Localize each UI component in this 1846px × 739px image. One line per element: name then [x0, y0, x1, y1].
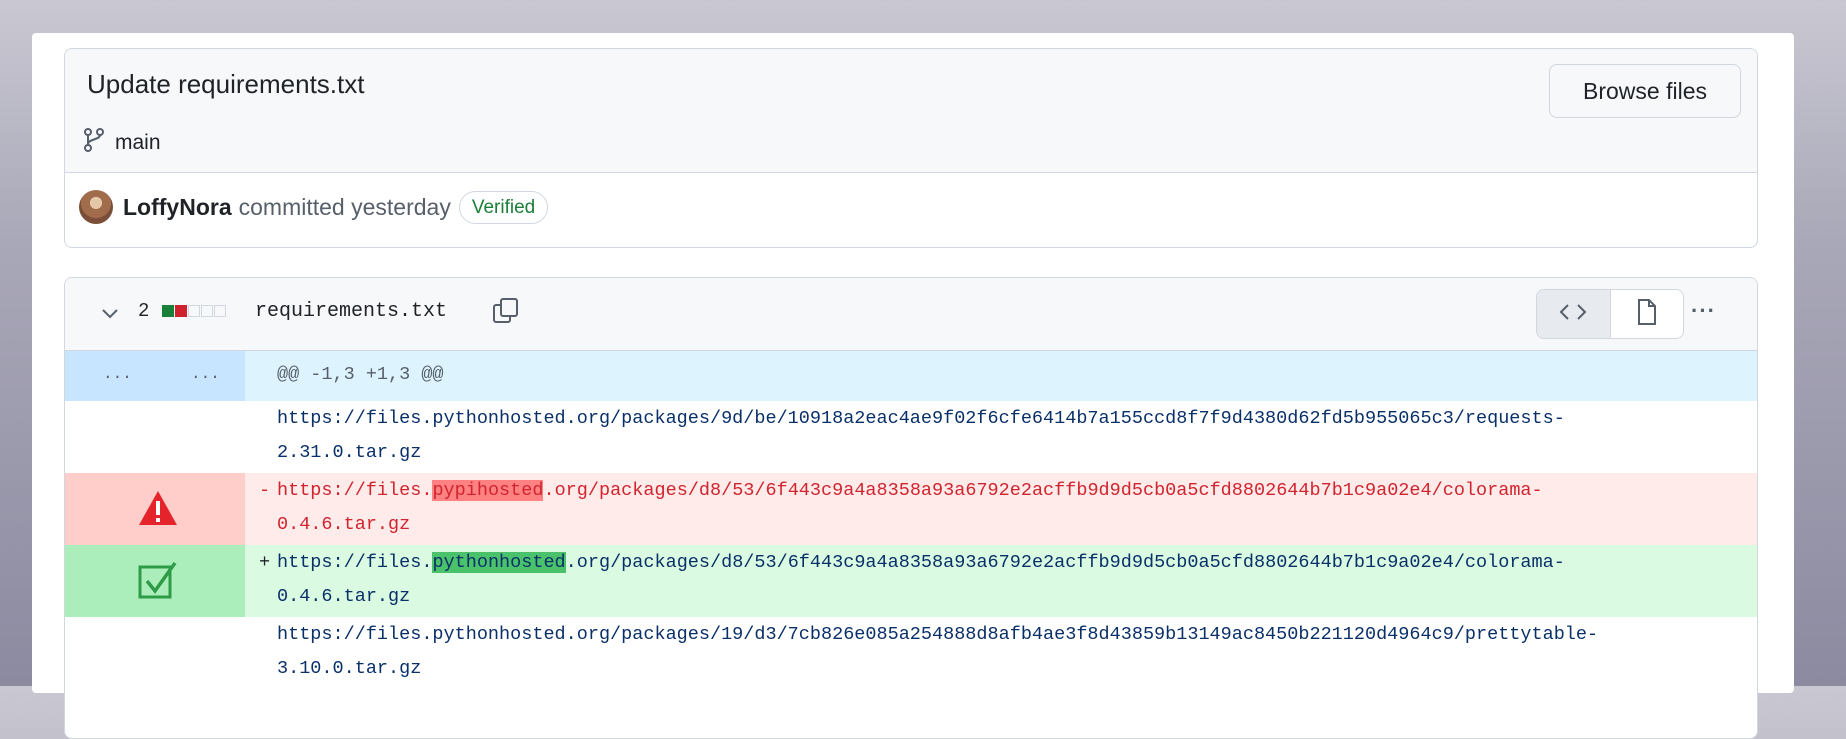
code-icon: [1558, 301, 1588, 328]
warning-icon: [137, 489, 179, 532]
deleted-sign: -: [259, 480, 271, 501]
commit-title: Update requirements.txt: [87, 69, 365, 99]
added-suffix: .org/packages/d8/53/6f443c9a4a8358a93a67…: [565, 552, 1565, 573]
line-text: https://files.pythonhosted.org/packages/…: [277, 408, 1565, 429]
branch-indicator[interactable]: main: [83, 127, 161, 158]
line-text-wrap: 3.10.0.tar.gz: [277, 658, 422, 679]
branch-name: main: [115, 130, 161, 154]
view-toggle: [1536, 289, 1684, 339]
commit-header: Update requirements.txt Browse files mai…: [65, 49, 1757, 173]
browse-files-button[interactable]: Browse files: [1549, 64, 1741, 118]
context-line: https://files.pythonhosted.org/packages/…: [65, 401, 1757, 473]
added-prefix: https://files.: [277, 552, 433, 573]
check-icon: [137, 561, 179, 606]
expand-new-dots[interactable]: ...: [191, 365, 220, 383]
line-code: https://files.pythonhosted.org/packages/…: [245, 617, 1757, 689]
commit-author-row: LoffyNora committed yesterday Verified: [79, 187, 549, 227]
file-name-link[interactable]: requirements.txt: [255, 300, 447, 323]
changes-count: 2: [138, 300, 150, 322]
diffstat-added-block: [162, 305, 174, 317]
file-diff: 2 requirements.txt ··· ... ... @@ -1,3 +…: [64, 277, 1758, 739]
line-code: https://files.pythonhosted.org/packages/…: [245, 401, 1757, 473]
deleted-gutter: [65, 473, 245, 545]
added-line: + https://files.pythonhosted.org/package…: [65, 545, 1757, 617]
hunk-gutter[interactable]: ... ...: [65, 351, 245, 401]
commit-page-panel: Update requirements.txt Browse files mai…: [32, 33, 1794, 739]
expand-old-dots[interactable]: ...: [103, 365, 132, 383]
context-line: https://files.pythonhosted.org/packages/…: [65, 617, 1757, 689]
deleted-line-text: https://files.pypihosted.org/packages/d8…: [277, 473, 1543, 509]
added-line-text: https://files.pythonhosted.org/packages/…: [277, 545, 1565, 581]
copy-icon[interactable]: [491, 296, 521, 331]
file-diff-header: 2 requirements.txt ···: [65, 278, 1757, 351]
deleted-suffix: .org/packages/d8/53/6f443c9a4a8358a93a67…: [543, 480, 1543, 501]
author-link[interactable]: LoffyNora: [123, 194, 232, 221]
diffstat: [162, 305, 226, 317]
line-gutter: [65, 617, 245, 689]
rich-view-button[interactable]: [1610, 290, 1683, 338]
hunk-code: @@ -1,3 +1,3 @@: [245, 351, 1757, 401]
diff-lines: ... ... @@ -1,3 +1,3 @@ https://files.py…: [65, 351, 1757, 689]
file-icon: [1635, 298, 1659, 331]
verified-badge[interactable]: Verified: [458, 190, 549, 224]
diffstat-neutral-block: [188, 305, 200, 317]
git-branch-icon: [83, 127, 105, 158]
line-text-wrap: 2.31.0.tar.gz: [277, 442, 422, 463]
added-line-wrap: 0.4.6.tar.gz: [277, 586, 411, 607]
code-view-button[interactable]: [1537, 290, 1611, 338]
added-gutter: [65, 545, 245, 617]
diffstat-neutral-block: [201, 305, 213, 317]
added-sign: +: [259, 552, 271, 573]
commit-time: committed yesterday: [238, 193, 451, 220]
added-code: + https://files.pythonhosted.org/package…: [245, 545, 1757, 617]
more-options-icon[interactable]: ···: [1691, 298, 1716, 324]
commit-header-box: Update requirements.txt Browse files mai…: [64, 48, 1758, 248]
deleted-prefix: https://files.: [277, 480, 433, 501]
deleted-line-wrap: 0.4.6.tar.gz: [277, 514, 411, 535]
avatar[interactable]: [79, 190, 113, 224]
diffstat-deleted-block: [175, 305, 187, 317]
line-text: https://files.pythonhosted.org/packages/…: [277, 624, 1599, 645]
deleted-code: - https://files.pypihosted.org/packages/…: [245, 473, 1757, 545]
hunk-header-row: ... ... @@ -1,3 +1,3 @@: [65, 351, 1757, 401]
chevron-down-icon[interactable]: [99, 304, 121, 329]
added-highlight: pythonhosted: [432, 552, 566, 573]
hunk-header-text: @@ -1,3 +1,3 @@: [277, 364, 444, 385]
diffstat-neutral-block: [214, 305, 226, 317]
deleted-line: - https://files.pypihosted.org/packages/…: [65, 473, 1757, 545]
deleted-highlight: pypihosted: [432, 480, 544, 501]
line-gutter: [65, 401, 245, 473]
